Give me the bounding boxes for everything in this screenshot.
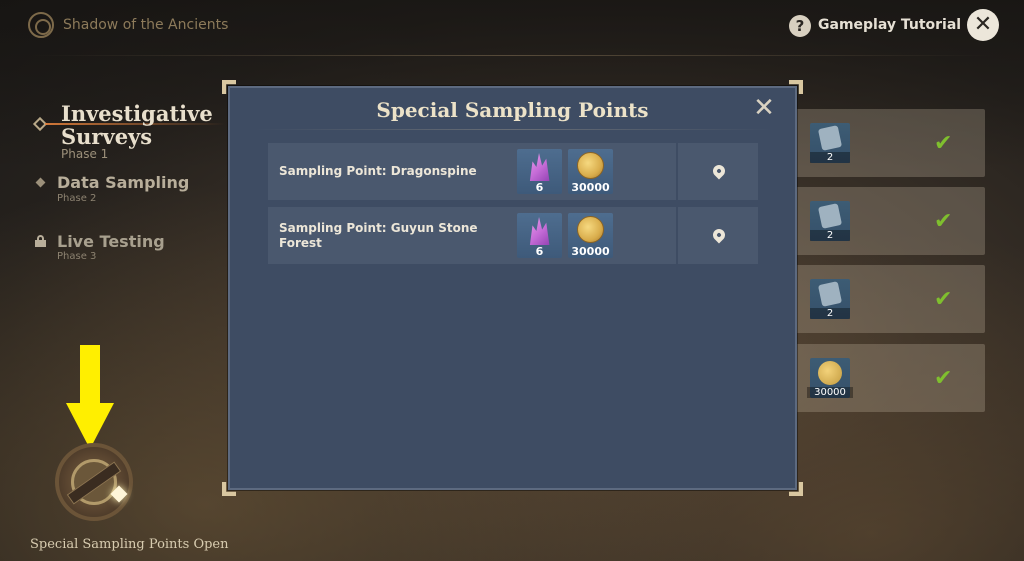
gameplay-tutorial-link[interactable]: Gameplay Tutorial: [818, 17, 961, 33]
top-bar: Shadow of the Ancients ? Gameplay Tutori…: [0, 0, 1024, 52]
corner-ornament: [222, 482, 236, 496]
mora-coin-icon[interactable]: 30000: [568, 213, 613, 258]
check-icon: ✔: [934, 131, 953, 156]
close-icon[interactable]: ✕: [752, 95, 776, 121]
corner-ornament: [789, 482, 803, 496]
event-title: Shadow of the Ancients: [63, 17, 229, 33]
special-sampling-button[interactable]: [55, 443, 133, 521]
navigate-button[interactable]: [678, 207, 758, 264]
check-icon: ✔: [934, 209, 953, 234]
crystal-chunk-icon: 2: [810, 201, 850, 241]
yellow-arrow-annotation: [66, 345, 114, 450]
mora-coin-icon: 30000: [807, 358, 853, 398]
check-icon: ✔: [934, 287, 953, 312]
check-icon: ✔: [934, 366, 953, 391]
lock-icon: [35, 235, 46, 247]
modal-title: Special Sampling Points: [376, 98, 649, 122]
reward-row: 2 ✔: [780, 109, 985, 177]
sampling-point-name: Sampling Point: Dragonspine: [279, 164, 477, 178]
sampling-point-row: Sampling Point: Guyun Stone Forest 6 300…: [268, 207, 758, 264]
event-emblem-icon: [28, 12, 54, 38]
crystal-icon[interactable]: 6: [517, 149, 562, 194]
reward-row: 2 ✔: [780, 265, 985, 333]
phase-3-title[interactable]: Live Testing: [57, 232, 165, 251]
phase-2-title[interactable]: Data Sampling: [57, 173, 189, 192]
phase-1-subtitle: Phase 1: [61, 147, 109, 161]
special-sampling-label: Special Sampling Points Open: [30, 537, 229, 552]
close-icon[interactable]: ✕: [967, 9, 999, 41]
sampling-point-name: Sampling Point: Guyun Stone Forest: [279, 220, 478, 250]
crystal-icon[interactable]: 6: [517, 213, 562, 258]
corner-ornament: [222, 80, 236, 94]
header-divider: [30, 55, 994, 56]
navigate-button[interactable]: [678, 143, 758, 200]
question-icon[interactable]: ?: [789, 15, 811, 37]
location-pin-icon: [710, 226, 728, 244]
reward-row: 30000 ✔: [780, 344, 985, 412]
phase-2-subtitle: Phase 2: [57, 193, 97, 204]
reward-row: 2 ✔: [780, 187, 985, 255]
crystal-chunk-icon: 2: [810, 279, 850, 319]
sampling-point-row: Sampling Point: Dragonspine 6 30000: [268, 143, 758, 200]
crystal-chunk-icon: 2: [810, 123, 850, 163]
mora-coin-icon[interactable]: 30000: [568, 149, 613, 194]
location-pin-icon: [710, 162, 728, 180]
special-sampling-modal: Special Sampling Points ✕ Sampling Point…: [222, 80, 797, 490]
phase-1-title[interactable]: Investigative Surveys: [61, 102, 231, 148]
phase-3-subtitle: Phase 3: [57, 251, 97, 262]
modal-divider: [254, 129, 774, 130]
corner-ornament: [789, 80, 803, 94]
